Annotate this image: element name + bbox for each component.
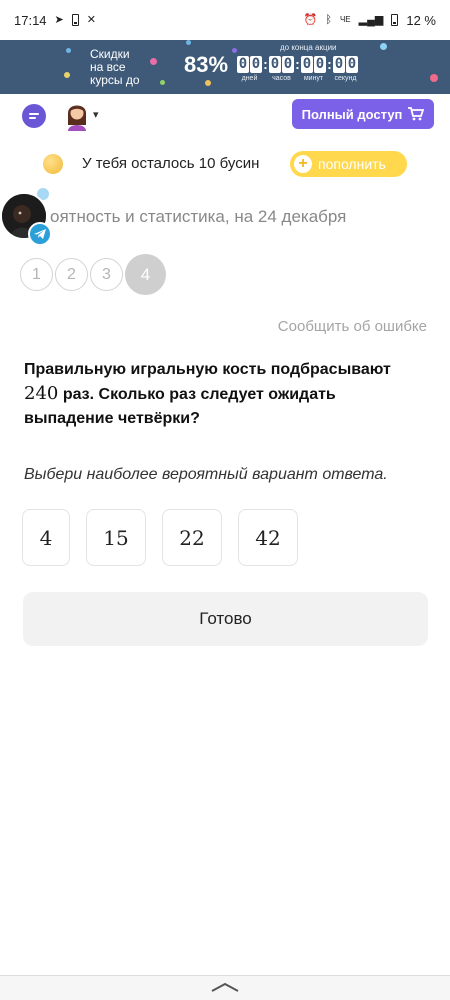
battery-icon bbox=[391, 14, 399, 26]
chevron-down-icon[interactable]: ▾ bbox=[93, 108, 99, 121]
confetti-dot bbox=[186, 40, 191, 45]
confetti-dot bbox=[232, 48, 237, 53]
timer-digit: 0 bbox=[250, 56, 262, 73]
promo-text: Скидки на все курсы до bbox=[90, 48, 140, 87]
question-text: Правильную игральную кость подбрасывают … bbox=[24, 358, 424, 431]
step-4-active[interactable]: 4 bbox=[125, 254, 166, 295]
chat-logo-icon[interactable] bbox=[22, 104, 46, 128]
timer-label: часов bbox=[272, 75, 291, 82]
alarm-icon: ⏰ bbox=[303, 13, 318, 26]
status-left: 17:14 ➤ ✕ bbox=[14, 13, 96, 28]
timer-digit: 0 bbox=[346, 56, 358, 73]
timer-digit: 0 bbox=[333, 56, 345, 73]
timer-hours: 00 часов bbox=[269, 56, 294, 82]
promo-until-label: до конца акции bbox=[280, 43, 337, 52]
confetti-dot bbox=[66, 48, 71, 53]
confetti-dot bbox=[430, 74, 438, 82]
network-label: ЧЕ bbox=[339, 15, 351, 24]
chevron-up-icon[interactable] bbox=[210, 982, 240, 992]
timer-label: минут bbox=[303, 75, 324, 82]
timer-minutes: 00 минут bbox=[301, 56, 326, 82]
answer-options: 4 15 22 42 bbox=[22, 509, 298, 566]
timer-colon: : bbox=[263, 56, 268, 72]
timer-digit: 0 bbox=[301, 56, 313, 73]
telegram-icon: ➤ bbox=[54, 13, 64, 26]
full-access-label: Полный доступ bbox=[301, 106, 403, 122]
confetti-dot bbox=[380, 43, 387, 50]
countdown-timer: 00 дней : 00 часов : 00 минут : 00 секун… bbox=[237, 56, 358, 82]
done-button[interactable]: Готово bbox=[23, 592, 428, 646]
status-bar: 17:14 ➤ ✕ ⏰ ᛒ ЧЕ ▂▄▆ 12 % bbox=[0, 0, 450, 40]
instruction-text: Выбери наиболее вероятный вариант ответа… bbox=[24, 466, 388, 483]
bead-coin-icon bbox=[43, 154, 63, 174]
timer-colon: : bbox=[327, 56, 332, 72]
step-3[interactable]: 3 bbox=[90, 258, 123, 291]
battery-level: 12 % bbox=[406, 12, 436, 28]
timer-colon: : bbox=[295, 56, 300, 72]
status-right: ⏰ ᛒ ЧЕ ▂▄▆ 12 % bbox=[304, 13, 436, 28]
signal-icon: ▂▄▆ bbox=[358, 13, 384, 26]
timer-digit: 0 bbox=[282, 56, 294, 73]
promo-banner[interactable]: Скидки на все курсы до 83% до конца акци… bbox=[0, 40, 450, 94]
user-avatar[interactable] bbox=[64, 99, 90, 131]
answer-option[interactable]: 15 bbox=[86, 509, 146, 566]
done-label: Готово bbox=[199, 609, 252, 628]
question-number: 240 bbox=[24, 383, 59, 404]
beads-balance: У тебя осталось 10 бусин bbox=[82, 155, 260, 172]
step-1[interactable]: 1 bbox=[20, 258, 53, 291]
bluetooth-icon: ᛒ bbox=[325, 13, 332, 26]
battery-saver-icon bbox=[71, 14, 79, 26]
confetti-dot bbox=[160, 80, 165, 85]
topic-title: оятность и статистика, на 24 декабря bbox=[50, 207, 347, 226]
step-2[interactable]: 2 bbox=[55, 258, 88, 291]
question-part-1: Правильную игральную кость подбрасывают bbox=[24, 361, 391, 378]
answer-option[interactable]: 4 bbox=[22, 509, 70, 566]
confetti-dot bbox=[150, 58, 157, 65]
report-error-link[interactable]: Сообщить об ошибке bbox=[278, 318, 427, 335]
timer-label: секунд bbox=[334, 75, 357, 82]
answer-option[interactable]: 42 bbox=[238, 509, 298, 566]
timer-digit: 0 bbox=[314, 56, 326, 73]
topup-label: пополнить bbox=[318, 156, 386, 172]
app-icon: ✕ bbox=[86, 13, 96, 26]
timer-digit: 0 bbox=[237, 56, 249, 73]
timer-digit: 0 bbox=[269, 56, 281, 73]
step-indicator: 1 2 3 4 bbox=[20, 254, 166, 295]
cart-icon bbox=[408, 107, 425, 121]
confetti-dot bbox=[64, 72, 70, 78]
promo-line-3: курсы до bbox=[90, 73, 140, 87]
telegram-icon[interactable] bbox=[28, 222, 52, 246]
promo-percent: 83% bbox=[184, 52, 229, 77]
status-time: 17:14 bbox=[14, 12, 47, 28]
answer-option[interactable]: 22 bbox=[162, 509, 222, 566]
topup-button[interactable]: + пополнить bbox=[290, 151, 407, 177]
confetti-dot bbox=[205, 80, 211, 86]
full-access-button[interactable]: Полный доступ bbox=[292, 99, 434, 129]
timer-label: дней bbox=[241, 75, 258, 82]
plus-icon: + bbox=[294, 155, 312, 173]
decorative-dot bbox=[37, 188, 49, 200]
timer-seconds: 00 секунд bbox=[333, 56, 358, 82]
timer-days: 00 дней bbox=[237, 56, 262, 82]
question-part-2: раз. Сколько раз следует ожидать выпаден… bbox=[24, 386, 336, 427]
